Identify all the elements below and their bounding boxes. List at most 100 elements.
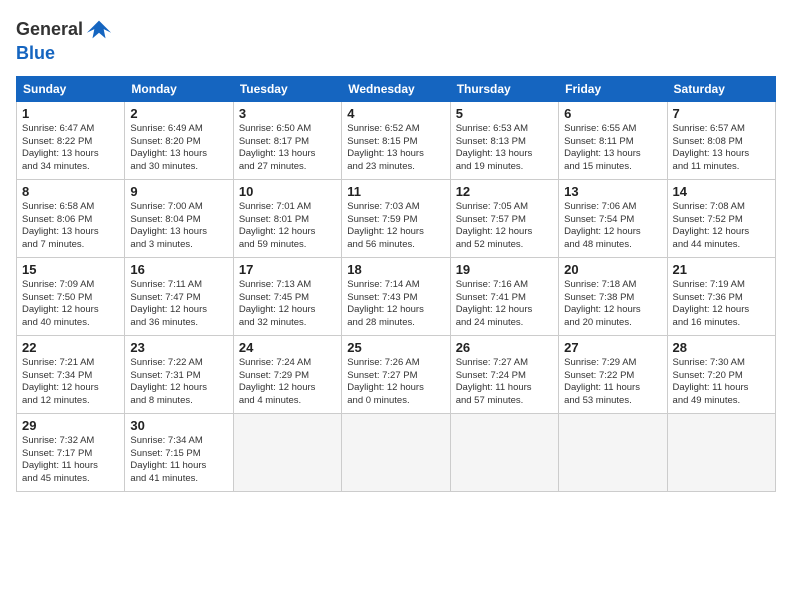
day-info: Sunrise: 7:27 AM Sunset: 7:24 PM Dayligh… [456, 357, 553, 408]
weekday-tuesday: Tuesday [233, 76, 341, 101]
day-info: Sunrise: 7:06 AM Sunset: 7:54 PM Dayligh… [564, 201, 661, 252]
calendar-cell: 3 Sunrise: 6:50 AM Sunset: 8:17 PM Daylig… [233, 101, 341, 179]
calendar-cell: 7 Sunrise: 6:57 AM Sunset: 8:08 PM Daylig… [667, 101, 775, 179]
calendar-cell [667, 413, 775, 491]
week-row-5: 29 Sunrise: 7:32 AM Sunset: 7:17 PM Dayli… [17, 413, 776, 491]
day-number: 13 [564, 184, 661, 199]
calendar-cell: 8 Sunrise: 6:58 AM Sunset: 8:06 PM Daylig… [17, 179, 125, 257]
calendar-cell [450, 413, 558, 491]
day-number: 18 [347, 262, 444, 277]
calendar-cell: 30 Sunrise: 7:34 AM Sunset: 7:15 PM Dayli… [125, 413, 233, 491]
day-info: Sunrise: 6:50 AM Sunset: 8:17 PM Dayligh… [239, 123, 336, 174]
calendar-cell: 20 Sunrise: 7:18 AM Sunset: 7:38 PM Dayli… [559, 257, 667, 335]
calendar-cell: 6 Sunrise: 6:55 AM Sunset: 8:11 PM Daylig… [559, 101, 667, 179]
day-number: 30 [130, 418, 227, 433]
day-info: Sunrise: 7:14 AM Sunset: 7:43 PM Dayligh… [347, 279, 444, 330]
day-number: 25 [347, 340, 444, 355]
calendar-cell: 25 Sunrise: 7:26 AM Sunset: 7:27 PM Dayli… [342, 335, 450, 413]
weekday-wednesday: Wednesday [342, 76, 450, 101]
calendar-cell [559, 413, 667, 491]
calendar-cell: 13 Sunrise: 7:06 AM Sunset: 7:54 PM Dayli… [559, 179, 667, 257]
calendar-cell: 29 Sunrise: 7:32 AM Sunset: 7:17 PM Dayli… [17, 413, 125, 491]
week-row-2: 8 Sunrise: 6:58 AM Sunset: 8:06 PM Daylig… [17, 179, 776, 257]
calendar-cell: 2Sunrise: 6:49 AM Sunset: 8:20 PM Daylig… [125, 101, 233, 179]
calendar-cell: 26 Sunrise: 7:27 AM Sunset: 7:24 PM Dayli… [450, 335, 558, 413]
logo-blue: Blue [16, 43, 55, 63]
day-number: 6 [564, 106, 661, 121]
day-number: 12 [456, 184, 553, 199]
day-number: 10 [239, 184, 336, 199]
calendar-table: SundayMondayTuesdayWednesdayThursdayFrid… [16, 76, 776, 492]
calendar-cell: 27 Sunrise: 7:29 AM Sunset: 7:22 PM Dayli… [559, 335, 667, 413]
day-number: 23 [130, 340, 227, 355]
week-row-1: 1 Sunrise: 6:47 AM Sunset: 8:22 PM Daylig… [17, 101, 776, 179]
day-info: Sunrise: 7:03 AM Sunset: 7:59 PM Dayligh… [347, 201, 444, 252]
calendar-cell [233, 413, 341, 491]
day-info: Sunrise: 7:26 AM Sunset: 7:27 PM Dayligh… [347, 357, 444, 408]
header: General Blue [16, 16, 776, 64]
day-number: 1 [22, 106, 119, 121]
calendar-cell: 19Sunrise: 7:16 AM Sunset: 7:41 PM Dayli… [450, 257, 558, 335]
day-number: 28 [673, 340, 770, 355]
day-info: Sunrise: 7:21 AM Sunset: 7:34 PM Dayligh… [22, 357, 119, 408]
day-number: 20 [564, 262, 661, 277]
day-info: Sunrise: 6:47 AM Sunset: 8:22 PM Dayligh… [22, 123, 119, 174]
day-number: 4 [347, 106, 444, 121]
calendar-cell: 24Sunrise: 7:24 AM Sunset: 7:29 PM Dayli… [233, 335, 341, 413]
day-info: Sunrise: 7:29 AM Sunset: 7:22 PM Dayligh… [564, 357, 661, 408]
day-number: 8 [22, 184, 119, 199]
day-info: Sunrise: 6:55 AM Sunset: 8:11 PM Dayligh… [564, 123, 661, 174]
day-number: 7 [673, 106, 770, 121]
day-info: Sunrise: 7:18 AM Sunset: 7:38 PM Dayligh… [564, 279, 661, 330]
day-info: Sunrise: 7:32 AM Sunset: 7:17 PM Dayligh… [22, 435, 119, 486]
day-number: 17 [239, 262, 336, 277]
day-number: 16 [130, 262, 227, 277]
week-row-4: 22Sunrise: 7:21 AM Sunset: 7:34 PM Dayli… [17, 335, 776, 413]
calendar-cell: 9 Sunrise: 7:00 AM Sunset: 8:04 PM Daylig… [125, 179, 233, 257]
calendar-cell: 17 Sunrise: 7:13 AM Sunset: 7:45 PM Dayli… [233, 257, 341, 335]
calendar-cell: 18 Sunrise: 7:14 AM Sunset: 7:43 PM Dayli… [342, 257, 450, 335]
calendar-cell: 14Sunrise: 7:08 AM Sunset: 7:52 PM Dayli… [667, 179, 775, 257]
day-info: Sunrise: 7:34 AM Sunset: 7:15 PM Dayligh… [130, 435, 227, 486]
calendar-cell: 28 Sunrise: 7:30 AM Sunset: 7:20 PM Dayli… [667, 335, 775, 413]
logo-general: General [16, 19, 83, 39]
day-number: 21 [673, 262, 770, 277]
calendar-cell: 12Sunrise: 7:05 AM Sunset: 7:57 PM Dayli… [450, 179, 558, 257]
calendar-cell [342, 413, 450, 491]
day-info: Sunrise: 7:11 AM Sunset: 7:47 PM Dayligh… [130, 279, 227, 330]
day-number: 11 [347, 184, 444, 199]
weekday-header-row: SundayMondayTuesdayWednesdayThursdayFrid… [17, 76, 776, 101]
calendar-cell: 22Sunrise: 7:21 AM Sunset: 7:34 PM Dayli… [17, 335, 125, 413]
weekday-sunday: Sunday [17, 76, 125, 101]
calendar-container: General Blue SundayMondayTuesdayWednesda… [0, 0, 792, 500]
day-number: 29 [22, 418, 119, 433]
day-info: Sunrise: 6:57 AM Sunset: 8:08 PM Dayligh… [673, 123, 770, 174]
day-info: Sunrise: 7:22 AM Sunset: 7:31 PM Dayligh… [130, 357, 227, 408]
day-info: Sunrise: 7:16 AM Sunset: 7:41 PM Dayligh… [456, 279, 553, 330]
day-info: Sunrise: 7:00 AM Sunset: 8:04 PM Dayligh… [130, 201, 227, 252]
week-row-3: 15Sunrise: 7:09 AM Sunset: 7:50 PM Dayli… [17, 257, 776, 335]
day-number: 5 [456, 106, 553, 121]
calendar-cell: 11 Sunrise: 7:03 AM Sunset: 7:59 PM Dayli… [342, 179, 450, 257]
day-number: 3 [239, 106, 336, 121]
calendar-cell: 16 Sunrise: 7:11 AM Sunset: 7:47 PM Dayli… [125, 257, 233, 335]
day-info: Sunrise: 7:13 AM Sunset: 7:45 PM Dayligh… [239, 279, 336, 330]
weekday-monday: Monday [125, 76, 233, 101]
day-info: Sunrise: 7:19 AM Sunset: 7:36 PM Dayligh… [673, 279, 770, 330]
weekday-saturday: Saturday [667, 76, 775, 101]
day-info: Sunrise: 7:30 AM Sunset: 7:20 PM Dayligh… [673, 357, 770, 408]
logo-bird-icon [85, 16, 113, 44]
calendar-cell: 15Sunrise: 7:09 AM Sunset: 7:50 PM Dayli… [17, 257, 125, 335]
day-number: 24 [239, 340, 336, 355]
day-number: 9 [130, 184, 227, 199]
day-info: Sunrise: 6:53 AM Sunset: 8:13 PM Dayligh… [456, 123, 553, 174]
calendar-cell: 1 Sunrise: 6:47 AM Sunset: 8:22 PM Daylig… [17, 101, 125, 179]
day-number: 26 [456, 340, 553, 355]
weekday-friday: Friday [559, 76, 667, 101]
day-number: 15 [22, 262, 119, 277]
day-info: Sunrise: 6:58 AM Sunset: 8:06 PM Dayligh… [22, 201, 119, 252]
day-info: Sunrise: 7:01 AM Sunset: 8:01 PM Dayligh… [239, 201, 336, 252]
day-number: 27 [564, 340, 661, 355]
calendar-cell: 4Sunrise: 6:52 AM Sunset: 8:15 PM Daylig… [342, 101, 450, 179]
day-info: Sunrise: 6:49 AM Sunset: 8:20 PM Dayligh… [130, 123, 227, 174]
